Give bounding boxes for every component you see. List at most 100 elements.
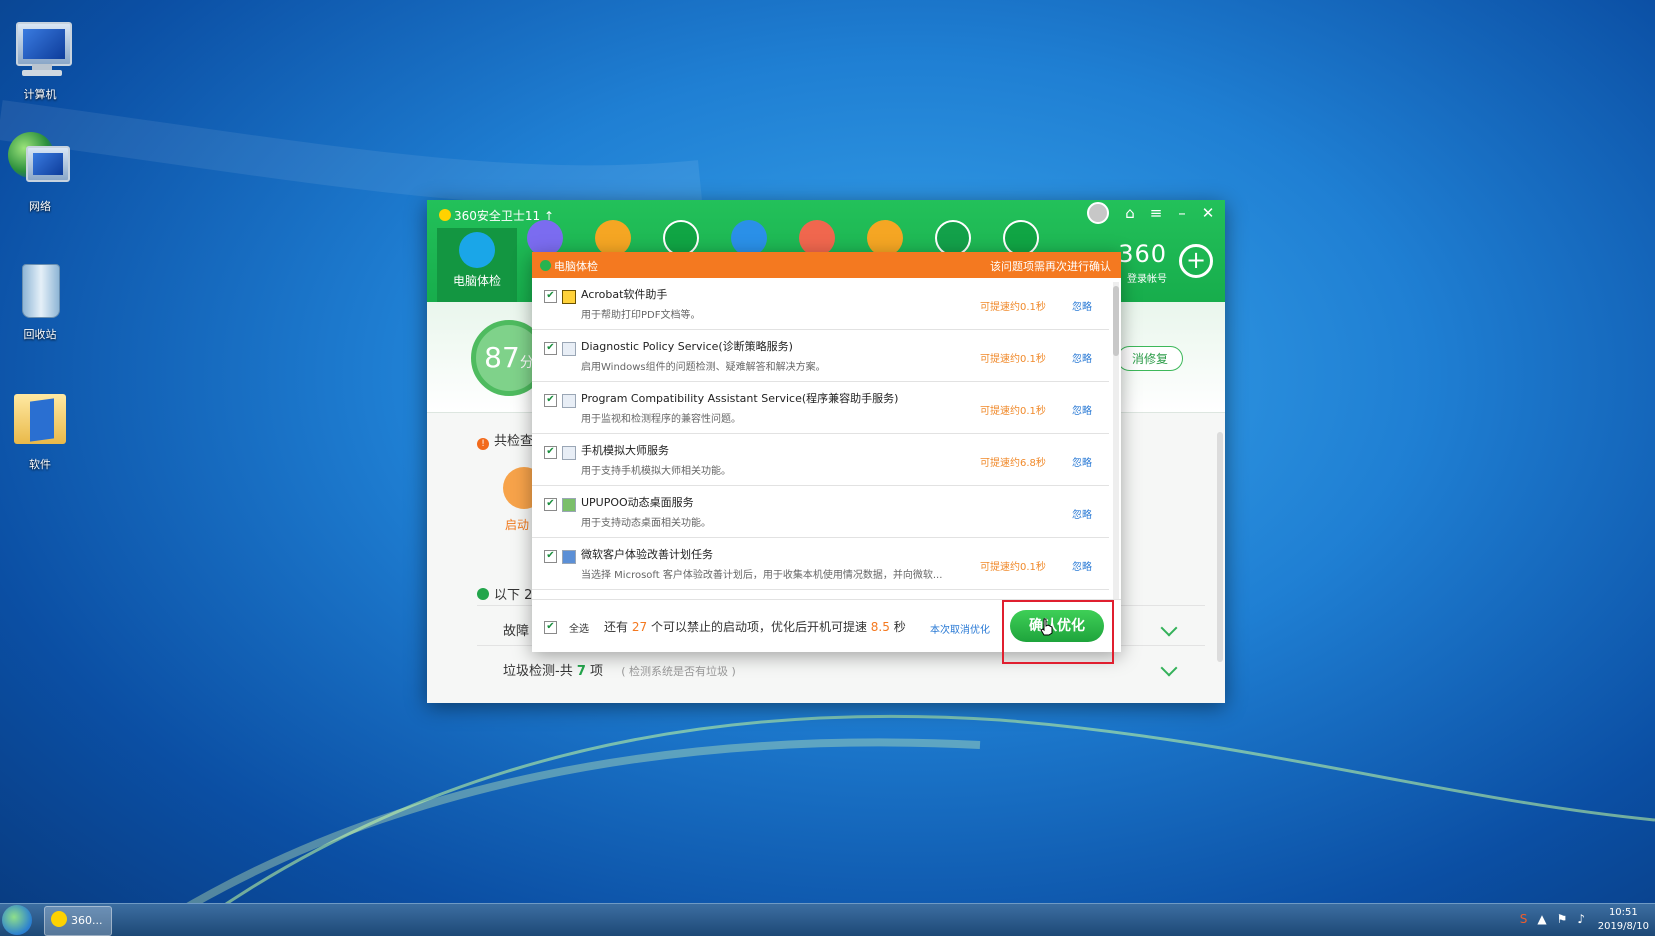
- junk-row-label: 垃圾检测-共: [503, 664, 573, 679]
- junk-row-unit: 项: [590, 664, 604, 679]
- minimize-icon[interactable]: –: [1173, 204, 1191, 222]
- book-icon: [935, 220, 971, 256]
- shield-scan-icon: [527, 220, 563, 256]
- ignore-link[interactable]: 忽略: [1072, 402, 1092, 417]
- chevron-down-icon[interactable]: [1160, 659, 1178, 677]
- check-circle-icon: [477, 588, 489, 600]
- skin-icon[interactable]: ⌂: [1121, 204, 1139, 222]
- item-checkbox[interactable]: ✔: [544, 498, 557, 511]
- list-item: ✔ Program Compatibility Assistant Servic…: [532, 382, 1109, 434]
- window-controls: ⌂ ≡ – ✕: [1121, 204, 1217, 222]
- fault-check-row[interactable]: 故障: [503, 620, 529, 639]
- ignore-link[interactable]: 忽略: [1072, 454, 1092, 469]
- item-name: UPUPOO动态桌面服务: [581, 496, 694, 509]
- monitor-icon: [459, 232, 495, 268]
- tab-learn[interactable]: [933, 220, 973, 256]
- junk-row-hint: ( 检测系统是否有垃圾 ): [621, 665, 736, 678]
- desktop-icon-computer[interactable]: 计算机: [0, 18, 80, 102]
- close-icon[interactable]: ✕: [1199, 204, 1217, 222]
- select-all-label[interactable]: 全选: [569, 620, 589, 635]
- item-speedup: 可提速约0.1秒: [980, 302, 1046, 313]
- grid-icon: [799, 220, 835, 256]
- scrollbar-thumb[interactable]: [1113, 286, 1119, 356]
- desktop-icon-label: 计算机: [23, 88, 57, 101]
- summary-suffix: 秒: [893, 620, 906, 634]
- junk-check-row[interactable]: 垃圾检测-共 7 项 ( 检测系统是否有垃圾 ): [503, 660, 736, 679]
- desktop-icon-label: 回收站: [23, 328, 57, 341]
- item-speedup: 可提速约6.8秒: [980, 458, 1046, 469]
- item-checkbox[interactable]: ✔: [544, 342, 557, 355]
- dialog-note: 该问题项需再次进行确认: [990, 260, 1111, 273]
- desktop-icon-label: 软件: [29, 458, 51, 471]
- item-name: Acrobat软件助手: [581, 288, 668, 301]
- tab-virus-scan[interactable]: [525, 220, 565, 256]
- item-checkbox[interactable]: ✔: [544, 394, 557, 407]
- ignore-link[interactable]: 忽略: [1072, 506, 1092, 521]
- list-scrollbar[interactable]: [1113, 282, 1119, 602]
- brand-360: 360: [1118, 240, 1167, 268]
- item-name: 微软客户体验改善计划任务: [581, 548, 713, 561]
- tab-repair[interactable]: [661, 220, 701, 256]
- wallpaper-app-icon: [562, 498, 576, 512]
- warning-icon: !: [477, 438, 489, 450]
- desktop-icon-software[interactable]: 软件: [0, 388, 80, 472]
- desktop-icon-recycle-bin[interactable]: 回收站: [0, 258, 80, 342]
- dialog-header: 电脑体检 该问题项需再次进行确认: [532, 252, 1121, 278]
- score-value: 87: [484, 341, 520, 374]
- desktop-icon-label: 网络: [29, 200, 51, 213]
- menu-icon[interactable]: ≡: [1147, 204, 1165, 222]
- tray-expand-icon[interactable]: ▲: [1537, 912, 1546, 926]
- taskbar: 360... S ▲ ⚑ ♪ 10:51 2019/8/10: [0, 903, 1655, 936]
- tab-label: 电脑体检: [452, 274, 501, 288]
- startup-count: 27: [631, 620, 648, 634]
- volume-icon[interactable]: ♪: [1577, 912, 1585, 926]
- bag-icon: [867, 220, 903, 256]
- tab-cleanup[interactable]: [593, 220, 633, 256]
- item-speedup: 可提速约0.1秒: [980, 406, 1046, 417]
- ignore-link[interactable]: 忽略: [1072, 350, 1092, 365]
- tab-features[interactable]: [797, 220, 837, 256]
- select-all-checkbox[interactable]: ✔: [544, 621, 557, 634]
- input-method-icon[interactable]: S: [1520, 912, 1528, 926]
- startup-optimize-dialog: 电脑体检 该问题项需再次进行确认 ✔ Acrobat软件助手 用于帮助打印PDF…: [532, 252, 1121, 652]
- list-item: ✔ Acrobat软件助手 用于帮助打印PDF文档等。 可提速约0.1秒 忽略: [532, 278, 1109, 330]
- item-checkbox[interactable]: ✔: [544, 550, 557, 563]
- item-name: Program Compatibility Assistant Service(…: [581, 392, 899, 405]
- network-icon: [8, 130, 72, 194]
- tab-speedup[interactable]: [729, 220, 769, 256]
- item-checkbox[interactable]: ✔: [544, 290, 557, 303]
- add-button[interactable]: +: [1179, 244, 1213, 278]
- ok-summary: 以下 2: [477, 584, 532, 603]
- cancel-optimize-link[interactable]: 本次取消优化: [930, 621, 990, 636]
- item-checkbox[interactable]: ✔: [544, 446, 557, 459]
- emulator-icon: [562, 446, 576, 460]
- item-desc: 用于帮助打印PDF文档等。: [581, 310, 701, 321]
- scrollbar[interactable]: [1217, 432, 1223, 662]
- flag-icon[interactable]: ⚑: [1557, 912, 1568, 926]
- desktop-icon-network[interactable]: 网络: [0, 130, 80, 214]
- cancel-fix-button[interactable]: 消修复: [1117, 346, 1184, 371]
- start-button[interactable]: [2, 905, 32, 935]
- service-icon: [562, 394, 576, 408]
- item-desc: 当选择 Microsoft 客户体验改善计划后，用于收集本机使用情况数据，并向微…: [581, 570, 943, 581]
- tab-software[interactable]: [865, 220, 905, 256]
- tab-game[interactable]: [1001, 220, 1041, 256]
- task-icon: [562, 550, 576, 564]
- item-desc: 启用Windows组件的问题检测、疑难解答和解决方案。: [581, 362, 826, 373]
- item-speedup: 可提速约0.1秒: [980, 354, 1046, 365]
- summary-mid: 个可以禁止的启动项，优化后开机可提速: [650, 620, 867, 634]
- tab-pc-checkup[interactable]: 电脑体检: [437, 228, 517, 302]
- ignore-link[interactable]: 忽略: [1072, 558, 1092, 573]
- highlight-box: [1002, 600, 1114, 664]
- clock[interactable]: 10:51 2019/8/10: [1598, 906, 1649, 934]
- item-desc: 用于支持手机模拟大师相关功能。: [581, 466, 731, 477]
- optimize-summary: 还有 27 个可以禁止的启动项，优化后开机可提速 8.5 秒: [604, 618, 906, 635]
- medal-icon[interactable]: [1087, 202, 1109, 224]
- chevron-down-icon[interactable]: [1160, 619, 1178, 637]
- taskbar-app-360[interactable]: 360...: [44, 906, 112, 936]
- item-name: Diagnostic Policy Service(诊断策略服务): [581, 340, 793, 353]
- recycle-bin-icon: [8, 258, 72, 322]
- ignore-link[interactable]: 忽略: [1072, 298, 1092, 313]
- login-link[interactable]: 登录帐号: [1127, 270, 1167, 285]
- summary-prefix: 还有: [604, 620, 629, 634]
